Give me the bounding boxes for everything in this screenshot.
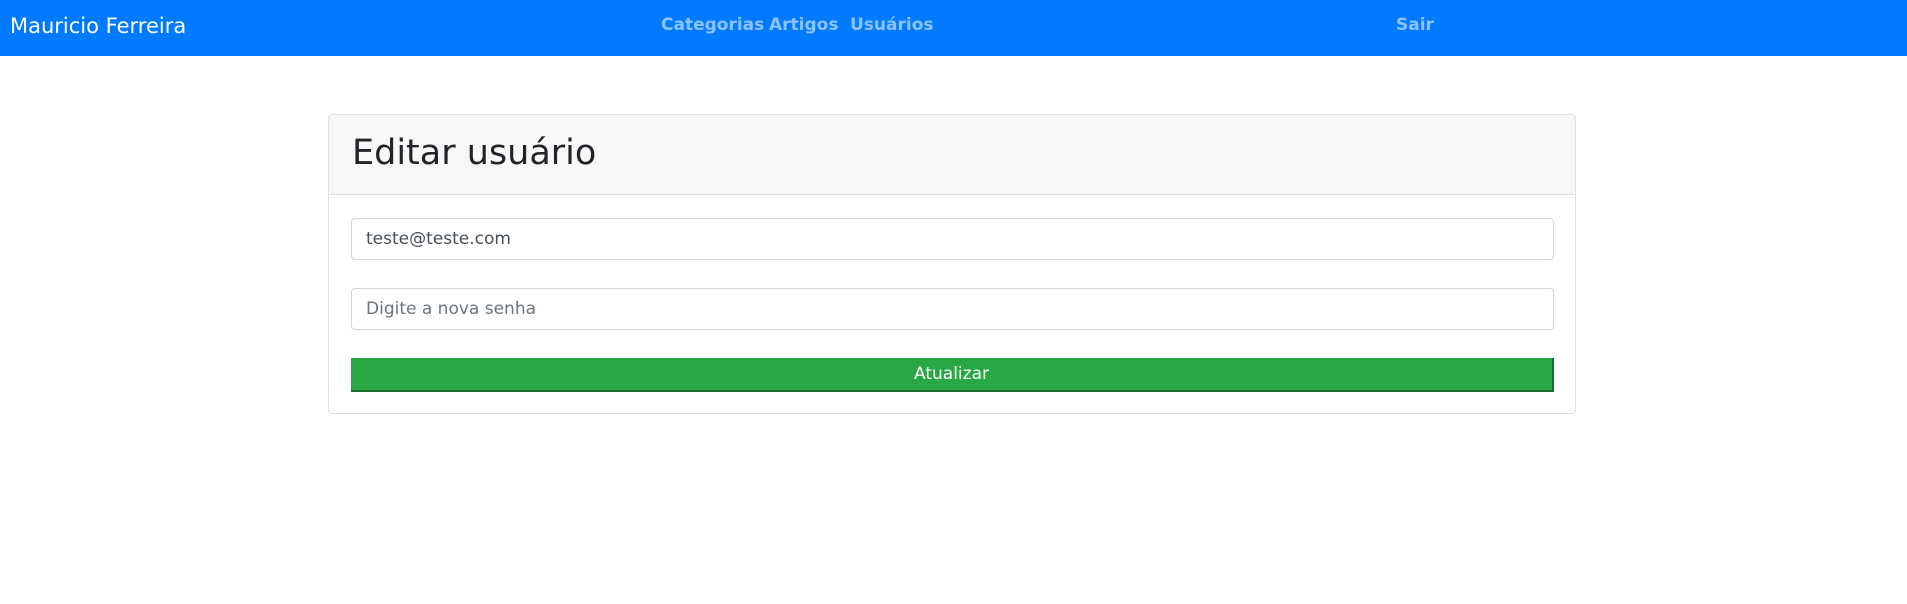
logout-link[interactable]: Sair (1396, 14, 1434, 36)
nav-link-categorias[interactable]: Categorias (661, 14, 764, 36)
edit-user-card: Editar usuário Atualizar (328, 114, 1576, 414)
new-password-field[interactable] (351, 288, 1554, 330)
brand-link[interactable]: Mauricio Ferreira (10, 12, 186, 40)
card-header: Editar usuário (329, 115, 1575, 195)
nav-link-artigos[interactable]: Artigos (769, 14, 838, 36)
top-navbar: Mauricio Ferreira Categorias Artigos Usu… (0, 0, 1907, 56)
nav-link-usuarios[interactable]: Usuários (850, 14, 934, 36)
email-field[interactable] (351, 218, 1554, 260)
update-button[interactable]: Atualizar (351, 358, 1554, 392)
page-title: Editar usuário (352, 133, 597, 173)
